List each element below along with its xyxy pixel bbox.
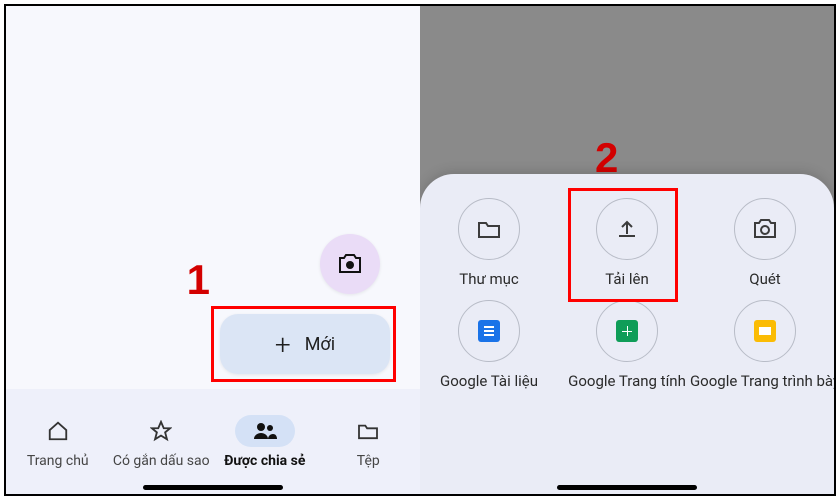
folder-icon <box>357 422 379 440</box>
nav-label: Được chia sẻ <box>224 453 305 469</box>
action-folder[interactable]: Thư mục <box>424 198 554 288</box>
slides-icon <box>754 320 776 342</box>
people-icon <box>253 421 277 441</box>
nav-label: Tệp <box>357 453 380 469</box>
action-label: Thư mục <box>459 270 519 288</box>
action-label: Google Tài liệu <box>440 372 538 390</box>
nav-shared[interactable]: Được chia sẻ <box>213 389 317 494</box>
nav-files[interactable]: Tệp <box>317 389 421 494</box>
nav-label: Trang chủ <box>27 453 89 469</box>
annotation-highlight-2 <box>568 188 678 302</box>
gesture-bar <box>557 485 697 490</box>
action-google-slides[interactable]: Google Trang trình bày <box>700 300 830 390</box>
nav-starred[interactable]: Có gắn dấu sao <box>110 389 214 494</box>
folder-icon <box>477 219 501 239</box>
nav-home[interactable]: Trang chủ <box>6 389 110 494</box>
camera-scan-button[interactable] <box>320 234 380 294</box>
sheets-icon <box>616 320 638 342</box>
nav-label: Có gắn dấu sao <box>113 453 210 469</box>
new-bottom-sheet: Thư mục Tải lên Quét Google Tài liệu <box>420 174 834 494</box>
camera-icon <box>337 253 363 275</box>
action-label: Google Trang trình bày <box>690 372 834 390</box>
plus-icon: + <box>275 328 291 361</box>
home-icon <box>47 420 69 442</box>
action-label: Quét <box>749 270 780 288</box>
action-google-sheets[interactable]: Google Trang tính <box>562 300 692 390</box>
screen-2-new-sheet: 2 Thư mục Tải lên Quét <box>420 6 834 494</box>
action-google-docs[interactable]: Google Tài liệu <box>424 300 554 390</box>
star-icon <box>150 420 172 442</box>
action-scan[interactable]: Quét <box>700 198 830 288</box>
screen-1-shared: 1 + Mới Trang chủ Có gắn dấu sao Được ch… <box>6 6 420 494</box>
docs-icon <box>478 320 500 342</box>
new-button-label: Mới <box>305 334 335 355</box>
action-label: Google Trang tính <box>568 372 686 390</box>
annotation-marker-1: 1 <box>187 256 210 304</box>
new-button[interactable]: + Mới <box>220 314 390 374</box>
gesture-bar <box>143 485 283 490</box>
camera-icon <box>752 218 778 240</box>
bottom-nav: Trang chủ Có gắn dấu sao Được chia sẻ Tệ… <box>6 389 420 494</box>
